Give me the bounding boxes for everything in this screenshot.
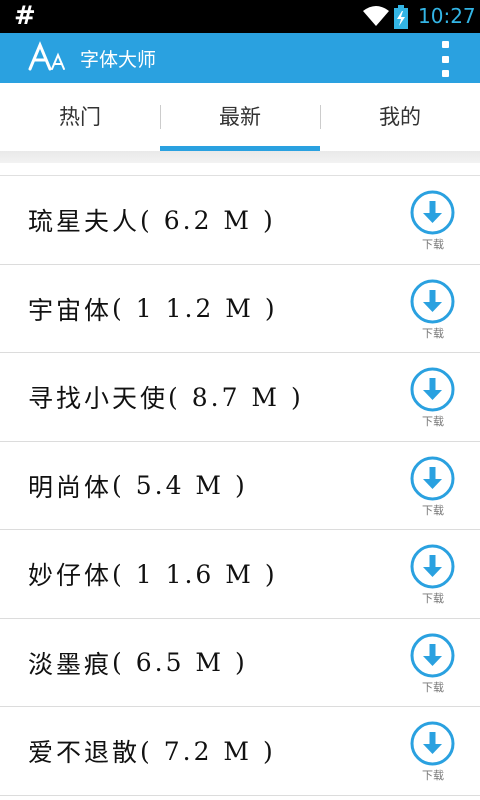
battery-charging-icon [394, 5, 408, 29]
font-size: ( 7.2 M ) [140, 736, 276, 766]
download-icon[interactable] [410, 544, 455, 589]
font-name: 明尚体 [28, 472, 113, 502]
overflow-menu-icon[interactable] [438, 41, 452, 77]
font-name: 爱不退散 [28, 738, 141, 767]
app-title: 字体大师 [80, 49, 157, 71]
status-time: 10:27 [418, 4, 476, 28]
download-icon[interactable] [410, 456, 455, 501]
download-label: 下载 [422, 769, 444, 782]
tab-label: 热门 [59, 105, 101, 129]
notification-hash-icon: # [14, 1, 36, 31]
download-label: 下载 [422, 680, 444, 694]
font-name: 琉星夫人 [28, 207, 141, 236]
tab-label: 最新 [219, 105, 261, 129]
download-label: 下载 [422, 326, 444, 340]
list-item[interactable]: 宇宙体( 1 1.2 M ) 下载 [0, 264, 480, 353]
font-size: ( 5.4 M ) [112, 471, 248, 500]
action-bar: 字体大师 [0, 33, 480, 83]
font-size: ( 6.2 M ) [140, 205, 276, 235]
list-item[interactable]: 爱不退散( 7.2 M ) 下载 [0, 707, 480, 796]
download-label: 下载 [422, 415, 444, 428]
tab-shadow [0, 151, 480, 163]
status-bar: # 10:27 [0, 0, 480, 33]
font-size: ( 6.5 M ) [112, 648, 248, 677]
font-size: ( 1 1.2 M ) [112, 294, 278, 323]
list-header-gap [0, 163, 480, 176]
download-icon[interactable] [410, 633, 455, 678]
download-icon[interactable] [410, 367, 455, 412]
font-name: 寻找小天使 [28, 384, 169, 413]
list-item[interactable]: 妙仔体( 1 1.6 M ) 下载 [0, 530, 480, 619]
font-size: ( 8.7 M ) [168, 382, 304, 412]
wifi-icon [363, 6, 389, 26]
list-item[interactable]: 明尚体( 5.4 M ) 下载 [0, 441, 480, 530]
tab-popular[interactable]: 热门 [0, 83, 160, 149]
download-icon[interactable] [410, 190, 455, 235]
font-list: 琉星夫人( 6.2 M ) 下载 宇宙体( 1 1.2 M ) 下载 寻找小天使… [0, 176, 480, 796]
tab-divider [320, 105, 321, 129]
download-label: 下载 [422, 592, 444, 605]
download-label: 下载 [422, 503, 444, 517]
download-label: 下载 [422, 238, 444, 251]
font-size: ( 1 1.6 M ) [112, 559, 278, 589]
font-name: 宇宙体 [28, 295, 113, 325]
list-item[interactable]: 琉星夫人( 6.2 M ) 下载 [0, 176, 480, 265]
download-icon[interactable] [410, 721, 455, 766]
tab-latest[interactable]: 最新 [160, 83, 320, 149]
tab-label: 我的 [379, 105, 421, 129]
download-icon[interactable] [410, 279, 455, 324]
tab-divider [160, 105, 161, 129]
list-item[interactable]: 寻找小天使( 8.7 M ) 下载 [0, 353, 480, 442]
tab-mine[interactable]: 我的 [320, 83, 480, 149]
font-name: 妙仔体 [28, 561, 113, 590]
tab-bar: 热门 最新 我的 [0, 83, 480, 151]
list-item[interactable]: 淡墨痕( 6.5 M ) 下载 [0, 618, 480, 707]
app-logo-icon [28, 41, 65, 71]
font-name: 淡墨痕 [28, 649, 113, 679]
